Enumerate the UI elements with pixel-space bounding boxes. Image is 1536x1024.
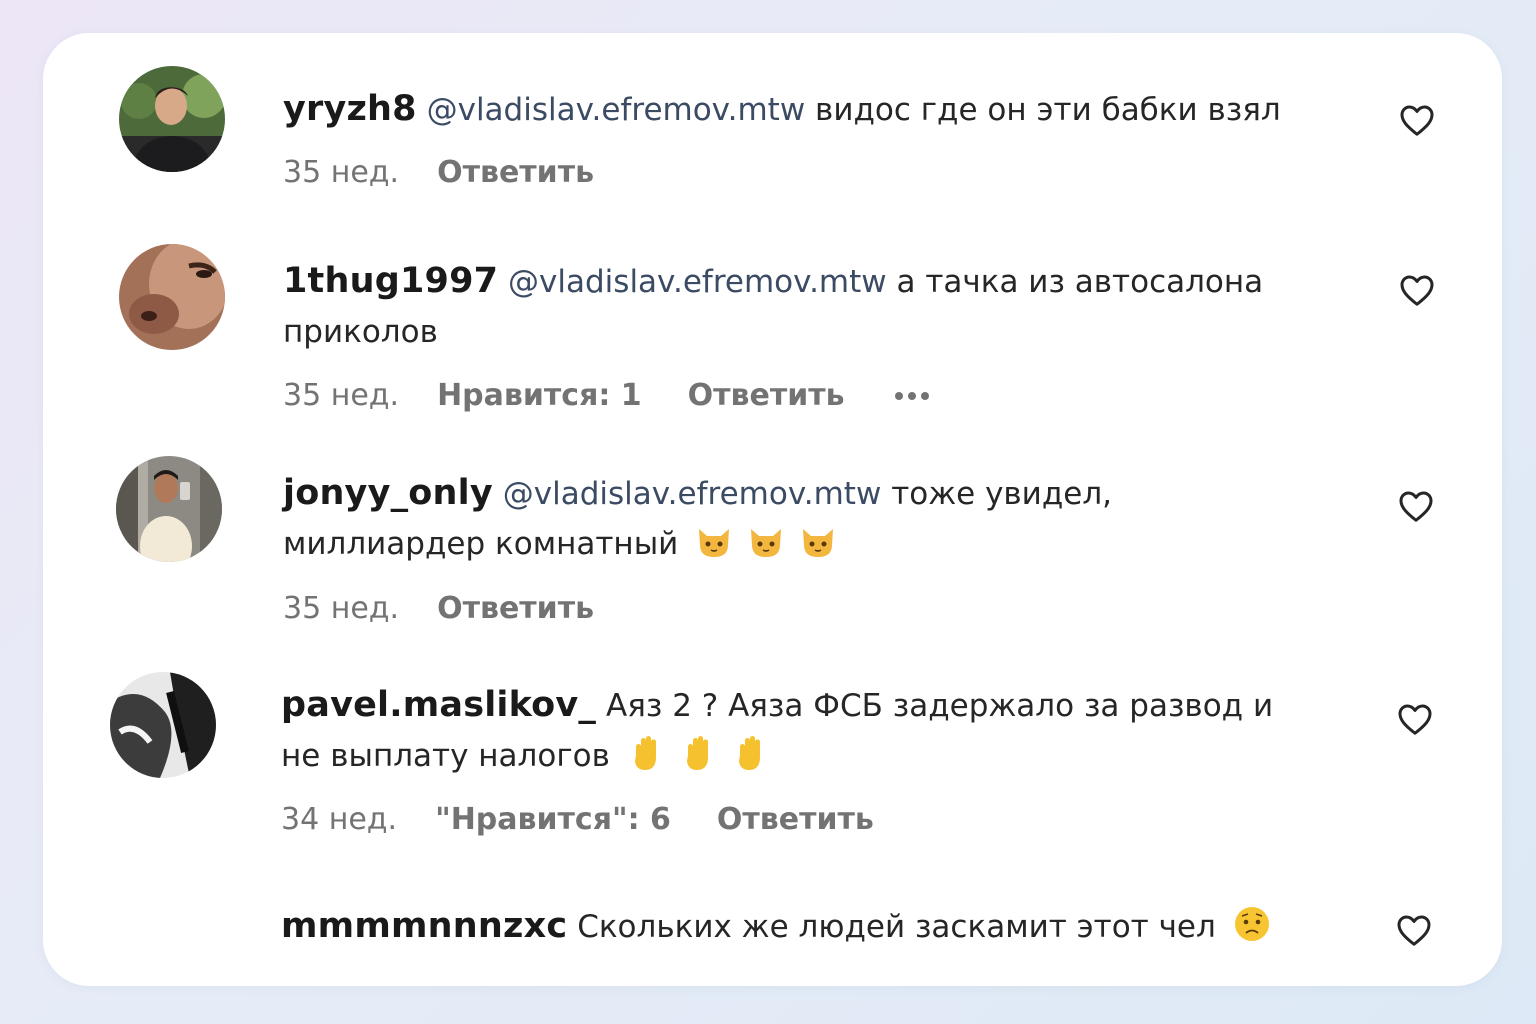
mention-link[interactable]: @vladislav.efremov.mtw	[508, 264, 887, 300]
mention-link[interactable]: @vladislav.efremov.mtw	[503, 476, 882, 512]
cat-face-icon	[798, 521, 838, 561]
username[interactable]: pavel.maslikov_	[281, 685, 596, 725]
comments-panel: yryzh8 @vladislav.efremov.mtw видос где …	[43, 33, 1502, 986]
timestamp: 35 нед.	[283, 155, 400, 190]
likes-count[interactable]: "Нравится": 6	[435, 802, 671, 837]
heart-icon[interactable]	[1399, 103, 1435, 137]
raised-hand-icon	[730, 733, 770, 773]
comment-text: видос где он эти бабки взял	[815, 92, 1281, 128]
comment-meta: 35 нед. Ответить	[283, 155, 594, 190]
likes-count[interactable]: Нравится: 1	[437, 378, 642, 413]
reply-button[interactable]: Ответить	[688, 378, 845, 413]
username[interactable]: yryzh8	[283, 89, 417, 129]
avatar[interactable]	[119, 66, 225, 172]
cat-face-icon	[746, 521, 786, 561]
heart-icon[interactable]	[1398, 489, 1434, 523]
raised-hand-icon	[678, 733, 718, 773]
raised-hand-icon	[626, 733, 666, 773]
heart-icon[interactable]	[1397, 702, 1433, 736]
mention-link[interactable]: @vladislav.efremov.mtw	[427, 92, 806, 128]
avatar[interactable]	[116, 456, 222, 562]
reply-button[interactable]: Ответить	[717, 802, 874, 837]
timestamp: 34 нед.	[281, 802, 398, 837]
comment-meta: 35 нед. Нравится: 1 Ответить	[283, 378, 929, 413]
timestamp: 35 нед.	[283, 591, 400, 626]
comment-meta: 35 нед. Ответить	[283, 591, 594, 626]
comment-meta: 34 нед. "Нравится": 6 Ответить	[281, 802, 874, 837]
comment-body: mmmmnnnzxc Скольких же людей заскамит эт…	[281, 901, 1321, 952]
heart-icon[interactable]	[1399, 273, 1435, 307]
avatar[interactable]	[119, 244, 225, 350]
reply-button[interactable]: Ответить	[437, 155, 594, 190]
worried-face-icon	[1232, 904, 1272, 944]
comment-body: pavel.maslikov_ Аяз 2 ? Аяза ФСБ задержа…	[281, 680, 1321, 781]
username[interactable]: jonyy_only	[283, 473, 493, 513]
comment-text: Скольких же людей заскамит этот чел	[577, 909, 1216, 945]
reply-button[interactable]: Ответить	[437, 591, 594, 626]
heart-icon[interactable]	[1396, 913, 1432, 947]
username[interactable]: mmmmnnnzxc	[281, 906, 567, 946]
more-options-icon[interactable]	[894, 386, 929, 406]
timestamp: 35 нед.	[283, 378, 400, 413]
comment-body: yryzh8 @vladislav.efremov.mtw видос где …	[283, 84, 1323, 135]
username[interactable]: 1thug1997	[283, 261, 498, 301]
comment-body: jonyy_only @vladislav.efremov.mtw тоже у…	[283, 468, 1323, 569]
cat-face-icon	[694, 521, 734, 561]
comment-body: 1thug1997 @vladislav.efremov.mtw а тачка…	[283, 256, 1323, 357]
avatar[interactable]	[110, 672, 216, 778]
